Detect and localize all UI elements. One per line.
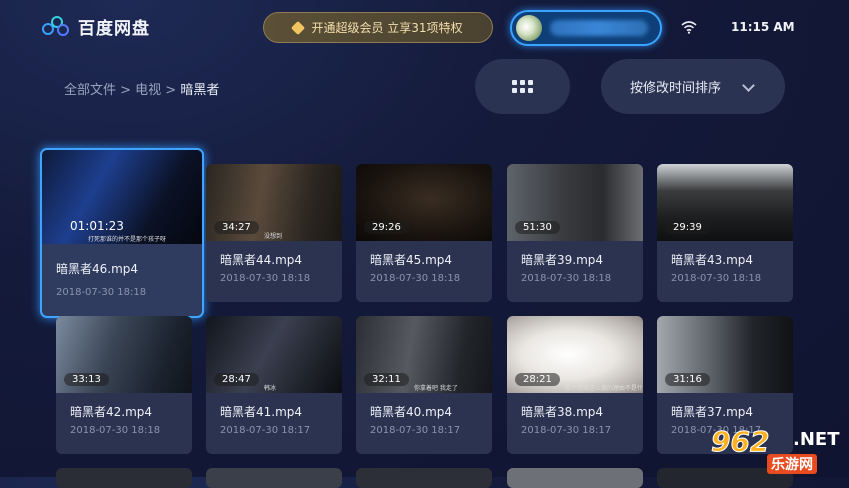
- video-duration: 33:13: [64, 373, 109, 386]
- breadcrumb-current: 暗黑者: [180, 83, 220, 98]
- sort-label: 按修改时间排序: [630, 81, 722, 96]
- breadcrumb: 全部文件 > 电视 > 暗黑者: [64, 79, 219, 98]
- file-card-partial[interactable]: [356, 468, 492, 488]
- file-card[interactable]: 33:13 暗黑者42.mp4 2018-07-30 18:18: [56, 316, 192, 454]
- breadcrumb-path[interactable]: 全部文件 > 电视 >: [64, 83, 180, 98]
- file-card-partial[interactable]: [507, 468, 643, 488]
- subtitle-caption: 我不想做这么做的理由不是什么: [565, 385, 643, 392]
- file-card[interactable]: 28:47 韩冰暗黑者41.mp4 2018-07-30 18:17: [206, 316, 342, 454]
- file-name: 暗黑者44.mp4: [220, 253, 303, 267]
- vip-promo-button[interactable]: 开通超级会员 立享31项特权: [263, 12, 493, 43]
- file-card[interactable]: 29:26 暗黑者45.mp4 2018-07-30 18:18: [356, 164, 492, 302]
- file-date: 2018-07-30 18:18: [220, 273, 311, 284]
- file-name: 暗黑者45.mp4: [370, 253, 453, 267]
- video-thumbnail: 28:47 韩冰: [206, 316, 342, 393]
- sort-dropdown[interactable]: 按修改时间排序: [601, 59, 785, 114]
- file-date: 2018-07-30 18:18: [70, 425, 161, 436]
- video-duration: 32:11: [364, 373, 409, 386]
- video-duration: 28:21: [515, 373, 560, 386]
- video-thumbnail: 33:13: [56, 316, 192, 393]
- file-date: 2018-07-30 18:17: [521, 425, 612, 436]
- file-date: 2018-07-30 18:17: [220, 425, 311, 436]
- video-thumbnail: 51:30: [507, 164, 643, 241]
- video-thumbnail: 32:11 你拿着吧 我走了: [356, 316, 492, 393]
- video-duration: 51:30: [515, 221, 560, 234]
- file-card[interactable]: 51:30 暗黑者39.mp4 2018-07-30 18:18: [507, 164, 643, 302]
- video-thumbnail: 01:01:23 打死那谁的并不是那个孩子呀: [42, 150, 202, 244]
- site-watermark: 962 .NET 乐游网: [707, 425, 845, 477]
- file-name: 暗黑者39.mp4: [521, 253, 604, 267]
- subtitle-caption: 你拿着吧 我走了: [414, 385, 458, 392]
- file-card[interactable]: 32:11 你拿着吧 我走了暗黑者40.mp4 2018-07-30 18:17: [356, 316, 492, 454]
- subtitle-caption: 没想到: [264, 233, 283, 240]
- video-duration: 34:27: [214, 221, 259, 234]
- video-duration: 28:47: [214, 373, 259, 386]
- video-thumbnail: 29:39: [657, 164, 793, 241]
- file-card-partial[interactable]: [56, 468, 192, 488]
- file-name: 暗黑者37.mp4: [671, 405, 754, 419]
- file-date: 2018-07-30 18:18: [370, 273, 461, 284]
- file-date: 2018-07-30 18:17: [370, 425, 461, 436]
- watermark-number: 962: [710, 425, 770, 459]
- subtitle-caption: 打死那谁的并不是那个孩子呀: [88, 236, 167, 243]
- wifi-icon: [681, 21, 697, 34]
- file-card[interactable]: 34:27 没想到暗黑者44.mp4 2018-07-30 18:18: [206, 164, 342, 302]
- video-thumbnail: 34:27 没想到: [206, 164, 342, 241]
- file-date: 2018-07-30 18:18: [521, 273, 612, 284]
- grid-view-icon: [512, 80, 533, 93]
- diamond-icon: [291, 20, 306, 35]
- avatar: [516, 15, 542, 41]
- video-duration: 01:01:23: [70, 219, 124, 233]
- file-card-focused[interactable]: 01:01:23 打死那谁的并不是那个孩子呀暗黑者46.mp4 2018-07-30…: [40, 148, 204, 318]
- video-thumbnail: 29:26: [356, 164, 492, 241]
- video-duration: 31:16: [665, 373, 710, 386]
- vip-promo-label: 开通超级会员 立享31项特权: [311, 21, 463, 35]
- app-logo: 百度网盘: [42, 14, 150, 39]
- username-blurred: [550, 20, 648, 36]
- video-duration: 29:39: [665, 221, 710, 234]
- file-name: 暗黑者41.mp4: [220, 405, 303, 419]
- file-card[interactable]: 28:21 我不想做这么做的理由不是什么暗黑者38.mp4 2018-07-30 1…: [507, 316, 643, 454]
- file-card[interactable]: 29:39 暗黑者43.mp4 2018-07-30 18:18: [657, 164, 793, 302]
- file-card-partial[interactable]: [206, 468, 342, 488]
- app-name: 百度网盘: [78, 19, 150, 39]
- file-name: 暗黑者38.mp4: [521, 405, 604, 419]
- file-name: 暗黑者46.mp4: [56, 262, 139, 276]
- watermark-domain: .NET: [793, 429, 840, 450]
- file-name: 暗黑者43.mp4: [671, 253, 754, 267]
- file-date: 2018-07-30 18:18: [671, 273, 762, 284]
- file-name: 暗黑者42.mp4: [70, 405, 153, 419]
- video-duration: 29:26: [364, 221, 409, 234]
- video-thumbnail: 31:16: [657, 316, 793, 393]
- watermark-site: 乐游网: [767, 454, 817, 474]
- view-mode-button[interactable]: [475, 59, 570, 114]
- clock: 11:15 AM: [731, 20, 795, 34]
- file-date: 2018-07-30 18:18: [56, 287, 147, 298]
- video-thumbnail: 28:21 我不想做这么做的理由不是什么: [507, 316, 643, 393]
- file-name: 暗黑者40.mp4: [370, 405, 453, 419]
- subtitle-caption: 韩冰: [264, 385, 277, 392]
- chevron-down-icon: [742, 79, 755, 92]
- baidu-netdisk-logo-icon: [42, 15, 72, 38]
- user-account-button[interactable]: [510, 10, 662, 46]
